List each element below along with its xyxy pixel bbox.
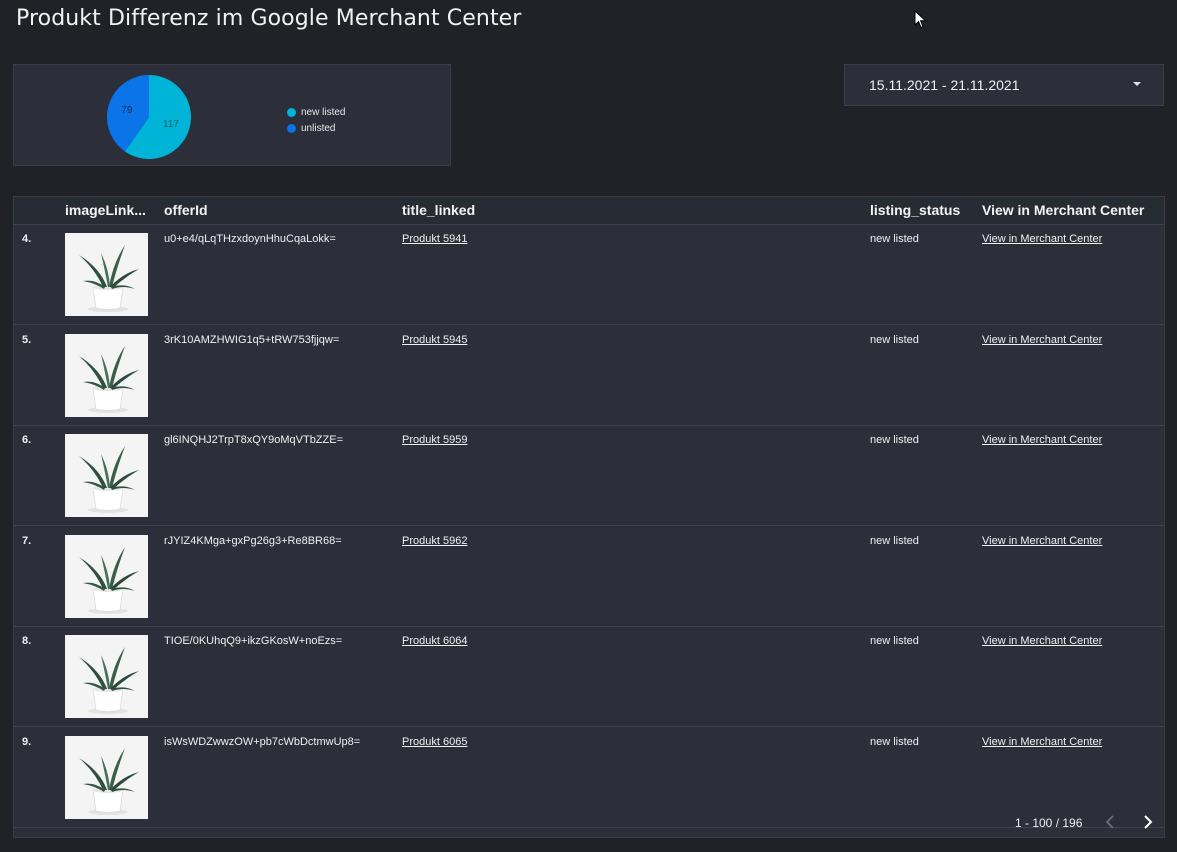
column-header-title[interactable]: title_linked	[402, 202, 475, 218]
chevron-down-icon[interactable]	[1133, 82, 1141, 86]
products-table: imageLink... offerId title_linked listin…	[13, 196, 1165, 838]
listing-status: new listed	[870, 233, 919, 245]
legend-item-new-listed[interactable]: new listed	[287, 104, 345, 120]
column-header-merchant-link[interactable]: View in Merchant Center	[982, 202, 1144, 218]
pagination-info: 1 - 100 / 196	[1015, 816, 1083, 830]
table-row: 8. TIOE/0KUhqQ9+ikzGKosW+noEzs= Produkt 6…	[14, 627, 1164, 727]
row-number: 9.	[22, 735, 32, 748]
legend-item-unlisted[interactable]: unlisted	[287, 120, 345, 136]
chevron-right-icon[interactable]	[1138, 812, 1156, 832]
pie-chart: 117 79	[107, 75, 191, 159]
merchant-center-link[interactable]: View in Merchant Center	[982, 434, 1102, 446]
pie-chart-card: 117 79 new listed unlisted	[13, 64, 451, 166]
product-title-link[interactable]: Produkt 5959	[402, 434, 467, 446]
merchant-center-link[interactable]: View in Merchant Center	[982, 535, 1102, 547]
offer-id: TIOE/0KUhqQ9+ikzGKosW+noEzs=	[164, 635, 343, 647]
pie-slice-label-unlisted: 79	[121, 105, 133, 116]
merchant-center-link[interactable]: View in Merchant Center	[982, 635, 1102, 647]
offer-id: isWsWDZwwzOW+pb7cWbDctmwUp8=	[164, 735, 361, 748]
product-image	[65, 333, 148, 417]
table-row: 6. gl6INQHJ2TrpT8xQY9oMqVTbZZE= Produkt 5…	[14, 426, 1164, 526]
pagination: 1 - 100 / 196	[14, 809, 1164, 837]
chevron-left-icon[interactable]	[1102, 812, 1120, 832]
product-image	[65, 434, 148, 517]
pie-slice-label-new-listed: 117	[163, 119, 179, 130]
row-number: 8.	[22, 635, 32, 647]
row-number: 7.	[22, 534, 32, 547]
listing-status: new listed	[870, 333, 919, 346]
offer-id: 3rK10AMZHWIG1q5+tRW753fjjqw=	[164, 333, 340, 346]
offer-id: gl6INQHJ2TrpT8xQY9oMqVTbZZE=	[164, 434, 344, 446]
listing-status: new listed	[870, 635, 919, 647]
product-image	[65, 635, 148, 718]
product-image	[65, 233, 148, 316]
merchant-center-link[interactable]: View in Merchant Center	[982, 334, 1102, 346]
table-header: imageLink... offerId title_linked listin…	[14, 197, 1164, 225]
table-row: 7. rJYIZ4KMga+gxPg26g3+Re8BR68= Produkt 5…	[14, 527, 1164, 627]
product-title-link[interactable]: Produkt 6064	[402, 635, 467, 647]
merchant-center-link[interactable]: View in Merchant Center	[982, 233, 1102, 245]
listing-status: new listed	[870, 434, 919, 446]
product-image	[65, 534, 148, 618]
legend-label: new listed	[301, 106, 346, 118]
mouse-cursor-icon	[914, 10, 927, 29]
listing-status: new listed	[870, 534, 919, 547]
merchant-center-link[interactable]: View in Merchant Center	[982, 736, 1102, 748]
table-row: 5. 3rK10AMZHWIG1q5+tRW753fjjqw= Produkt 5…	[14, 326, 1164, 426]
page-title: Produkt Differenz im Google Merchant Cen…	[16, 6, 522, 31]
product-image	[65, 735, 148, 819]
offer-id: rJYIZ4KMga+gxPg26g3+Re8BR68=	[164, 534, 342, 547]
row-number: 4.	[22, 233, 32, 245]
row-number: 5.	[22, 333, 32, 346]
pie-legend: new listed unlisted	[287, 104, 345, 136]
legend-dot-unlisted	[287, 123, 296, 133]
legend-label: unlisted	[301, 122, 336, 134]
product-title-link[interactable]: Produkt 5962	[402, 535, 467, 547]
offer-id: u0+e4/qLqTHzxdoynHhuCqaLokk=	[164, 233, 336, 245]
product-title-link[interactable]: Produkt 6065	[402, 736, 467, 748]
column-header-status[interactable]: listing_status	[870, 202, 960, 218]
date-range-picker[interactable]: 15.11.2021 - 21.11.2021	[844, 64, 1164, 106]
date-range-value: 15.11.2021 - 21.11.2021	[869, 77, 1020, 93]
listing-status: new listed	[870, 735, 919, 748]
column-header-image[interactable]: imageLink...	[65, 202, 146, 218]
column-header-offerid[interactable]: offerId	[164, 202, 208, 218]
legend-dot-new-listed	[287, 107, 296, 117]
row-number: 6.	[22, 434, 32, 446]
table-row: 4. u0+e4/qLqTHzxdoynHhuCqaLokk= Produkt 5…	[14, 225, 1164, 325]
product-title-link[interactable]: Produkt 5945	[402, 334, 467, 346]
product-title-link[interactable]: Produkt 5941	[402, 233, 467, 245]
